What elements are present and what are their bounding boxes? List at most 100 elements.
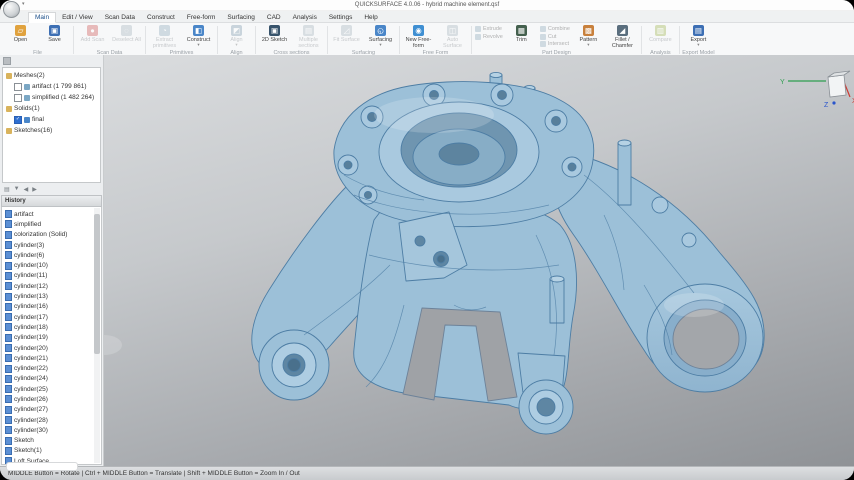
dropdown-arrow-icon: ▾ — [197, 43, 199, 48]
align-button: ◩Align▾ — [221, 25, 252, 48]
history-item-cylinder-11[interactable]: cylinder(11) — [2, 271, 101, 281]
tab-main[interactable]: Main — [28, 12, 56, 23]
history-item-cylinder-21[interactable]: cylinder(21) — [2, 353, 101, 363]
fit-surface-label: Fit Surface — [333, 37, 360, 43]
tree-item-label: Solids(1) — [14, 105, 40, 112]
ribbon-group-primitives: ◔Extract primitives◧Construct▾Primitives — [146, 23, 217, 57]
history-item-cylinder-25[interactable]: cylinder(25) — [2, 384, 101, 394]
tree-item-simplified-1-482-264[interactable]: simplified (1 482 264) — [3, 92, 100, 103]
feature-icon — [5, 426, 12, 434]
tab-cad[interactable]: CAD — [261, 13, 287, 22]
sketch-2d-icon: ▣ — [269, 25, 280, 36]
history-scrollbar[interactable] — [94, 208, 100, 463]
tree-item-meshes-2[interactable]: Meshes(2) — [3, 70, 100, 81]
history-item-cylinder-26[interactable]: cylinder(26) — [2, 394, 101, 404]
tab-construct[interactable]: Construct — [141, 13, 181, 22]
quick-access-caret-icon[interactable]: ▾ — [22, 1, 25, 7]
history-item-label: cylinder(16) — [14, 303, 48, 310]
history-item-cylinder-18[interactable]: cylinder(18) — [2, 322, 101, 332]
tab-help[interactable]: Help — [358, 13, 383, 22]
tab-analysis[interactable]: Analysis — [287, 13, 323, 22]
save-icon: ▣ — [49, 25, 60, 36]
pattern-icon: ▩ — [583, 25, 594, 36]
feature-icon — [5, 416, 12, 424]
history-item-cylinder-6[interactable]: cylinder(6) — [2, 250, 101, 260]
auto-surface-button: ◫Auto Surface — [437, 25, 468, 50]
app-logo-icon[interactable] — [3, 1, 20, 18]
2d-sketch-button[interactable]: ▣2D Sketch — [259, 25, 290, 43]
filter-icon[interactable]: ▤ — [4, 186, 10, 193]
feature-icon — [5, 375, 12, 383]
history-item-cylinder-24[interactable]: cylinder(24) — [2, 374, 101, 384]
visibility-checkbox[interactable] — [14, 83, 22, 91]
save-label: Save — [48, 37, 61, 43]
open-button[interactable]: ▱Open — [5, 25, 36, 43]
combine-button: Combine — [540, 26, 570, 32]
history-item-cylinder-19[interactable]: cylinder(19) — [2, 333, 101, 343]
history-filter-box[interactable] — [6, 462, 78, 471]
tree-item-artifact-1-799-861[interactable]: artifact (1 799 861) — [3, 81, 100, 92]
history-item-label: simplified — [14, 221, 41, 228]
dropdown-arrow-icon: ▾ — [587, 43, 589, 48]
folder-icon — [6, 106, 12, 112]
history-item-label: cylinder(12) — [14, 283, 48, 290]
history-item-label: cylinder(11) — [14, 272, 47, 279]
deselect-all-label: Deselect All — [112, 37, 141, 43]
revolve-icon — [475, 34, 481, 40]
visibility-checkbox[interactable]: ✓ — [14, 116, 22, 124]
history-item-sketch-1[interactable]: Sketch(1) — [2, 446, 101, 456]
history-item-cylinder-20[interactable]: cylinder(20) — [2, 343, 101, 353]
sort-icon[interactable]: ▼ — [14, 186, 20, 192]
feature-icon — [5, 313, 12, 321]
history-item-cylinder-22[interactable]: cylinder(22) — [2, 363, 101, 373]
trim-button[interactable]: ▦Trim — [506, 25, 537, 43]
folder-icon — [6, 128, 12, 134]
history-item-cylinder-3[interactable]: cylinder(3) — [2, 240, 101, 250]
new-free-form-button[interactable]: ◉New Free-form — [403, 25, 434, 50]
history-item-colorization-solid[interactable]: colorization (Solid) — [2, 230, 101, 240]
tree-item-sketches-16[interactable]: Sketches(16) — [3, 125, 100, 136]
tree-item-solids-1[interactable]: Solids(1) — [3, 103, 100, 114]
history-item-label: colorization (Solid) — [14, 231, 67, 238]
history-item-label: cylinder(26) — [14, 396, 48, 403]
fillet-chamfer-button[interactable]: ◢Fillet / Chamfer — [607, 25, 638, 50]
history-item-cylinder-27[interactable]: cylinder(27) — [2, 405, 101, 415]
history-item-cylinder-17[interactable]: cylinder(17) — [2, 312, 101, 322]
pattern-button[interactable]: ▩Pattern▾ — [573, 25, 604, 48]
history-item-cylinder-12[interactable]: cylinder(12) — [2, 281, 101, 291]
multiple-sections-button: ▤Multiple sections — [293, 25, 324, 50]
history-forward-icon[interactable]: ▶ — [32, 186, 37, 193]
multiple-sections-label: Multiple sections — [293, 37, 324, 50]
tab-scan-data[interactable]: Scan Data — [99, 13, 141, 22]
solid-icon — [24, 117, 30, 123]
history-item-cylinder-10[interactable]: cylinder(10) — [2, 260, 101, 270]
visibility-checkbox[interactable] — [14, 94, 22, 102]
panel-collapse-icon[interactable] — [3, 57, 11, 65]
viewport-3d[interactable]: Y X Z — [104, 55, 854, 467]
save-button[interactable]: ▣Save — [39, 25, 70, 43]
tree-item-label: Meshes(2) — [14, 72, 45, 79]
status-bar: MIDDLE Button = Rotate | Ctrl + MIDDLE B… — [0, 466, 854, 480]
surfacing-button[interactable]: ◵Surfacing▾ — [365, 25, 396, 48]
history-item-cylinder-16[interactable]: cylinder(16) — [2, 302, 101, 312]
export-button[interactable]: ▤Export▾ — [683, 25, 714, 48]
deselect-all-icon: ◌ — [121, 25, 132, 36]
construct-button[interactable]: ◧Construct▾ — [183, 25, 214, 48]
feature-icon — [5, 395, 12, 403]
history-item-cylinder-28[interactable]: cylinder(28) — [2, 415, 101, 425]
history-item-cylinder-13[interactable]: cylinder(13) — [2, 291, 101, 301]
app-window: ▾ QUICKSURFACE 4.0.06 - hybrid machine e… — [0, 0, 854, 480]
history-item-artifact[interactable]: artifact — [2, 209, 101, 219]
tab-free-form[interactable]: Free-form — [181, 13, 222, 22]
tab-edit-view[interactable]: Edit / View — [56, 13, 99, 22]
history-item-cylinder-30[interactable]: cylinder(30) — [2, 425, 101, 435]
history-back-icon[interactable]: ◀ — [24, 186, 29, 193]
history-item-label: cylinder(6) — [14, 252, 44, 259]
history-item-simplified[interactable]: simplified — [2, 219, 101, 229]
history-item-sketch[interactable]: Sketch — [2, 436, 101, 446]
tree-item-final[interactable]: ✓final — [3, 114, 100, 125]
tab-settings[interactable]: Settings — [323, 13, 359, 22]
tab-surfacing[interactable]: Surfacing — [221, 13, 260, 22]
history-scrollbar-thumb[interactable] — [94, 214, 100, 354]
window-title: QUICKSURFACE 4.0.06 - hybrid machine ele… — [355, 2, 499, 8]
